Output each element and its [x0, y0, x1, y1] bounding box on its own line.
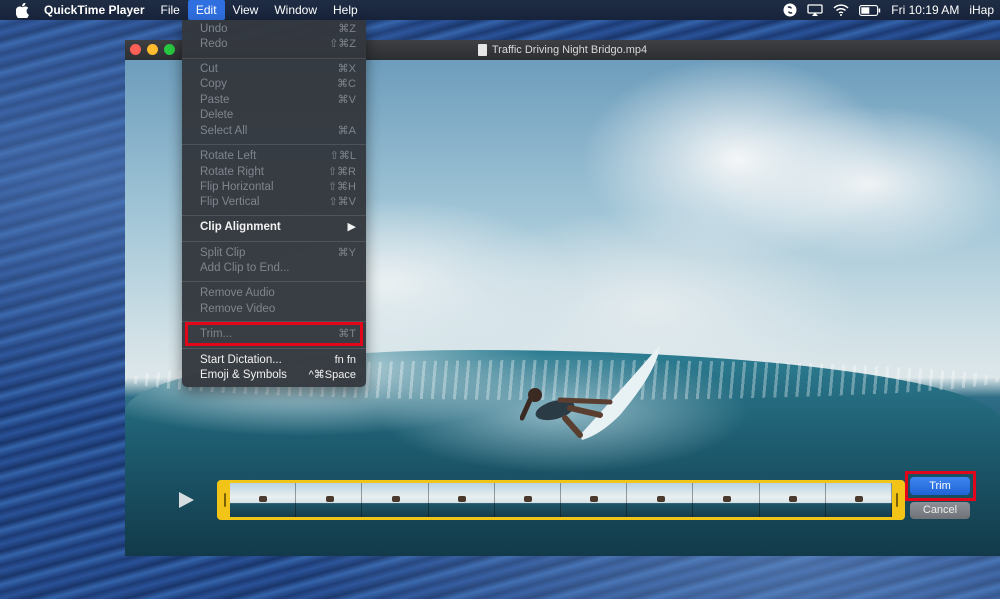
menu-item-shortcut: ⌘C [337, 78, 356, 90]
menu-item-label: Undo [200, 23, 228, 35]
menu-item-label: Delete [200, 109, 234, 121]
menu-item-shortcut: ^⌘Space [308, 369, 356, 381]
menu-item-label: Emoji & Symbols [200, 369, 287, 381]
play-icon[interactable] [177, 491, 195, 509]
filmstrip-frame [759, 483, 826, 517]
menu-app-name[interactable]: QuickTime Player [44, 0, 153, 20]
edit-menu-dropdown: Undo ⌘Z Redo ⇧⌘Z Cut ⌘X Copy ⌘C Paste ⌘V Dele… [182, 20, 366, 387]
menu-item-shortcut: ⌘V [337, 94, 356, 106]
apple-icon[interactable] [16, 2, 30, 18]
filmstrip-frame [428, 483, 495, 517]
fullscreen-button[interactable] [164, 44, 175, 55]
window-controls [130, 44, 175, 55]
menu-item-label: Flip Vertical [200, 196, 260, 208]
menu-item-flip-horizontal[interactable]: Flip Horizontal ⇧⌘H [182, 180, 366, 195]
menu-item-delete[interactable]: Delete [182, 108, 366, 123]
menu-item-shortcut: ⇧⌘R [327, 166, 356, 178]
trim-button-highlight [905, 471, 976, 501]
menu-separator [182, 58, 366, 59]
menu-item-shortcut: ⌘Y [337, 247, 356, 259]
filmstrip-frame [825, 483, 893, 517]
menu-item-emoji-symbols[interactable]: Emoji & Symbols ^⌘Space [182, 368, 366, 383]
menu-item-label: Copy [200, 78, 227, 90]
menu-item-shortcut: ⇧⌘H [327, 181, 356, 193]
menu-item-rotate-right[interactable]: Rotate Right ⇧⌘R [182, 165, 366, 180]
document-icon [477, 44, 487, 56]
menu-item-select-all[interactable]: Select All ⌘A [182, 124, 366, 139]
filmstrip-frame [494, 483, 562, 517]
wifi-icon[interactable] [833, 4, 849, 16]
close-button[interactable] [130, 44, 141, 55]
battery-icon[interactable] [859, 4, 881, 16]
trim-filmstrip[interactable] [217, 480, 905, 520]
menu-separator [182, 348, 366, 349]
menu-item-split-clip[interactable]: Split Clip ⌘Y [182, 246, 366, 261]
menu-item-add-clip-to-end[interactable]: Add Clip to End... [182, 261, 366, 276]
menu-item-shortcut: ⇧⌘Z [329, 38, 356, 50]
status-area: Fri 10:19 AM iHap [783, 0, 1000, 20]
menu-item-cut[interactable]: Cut ⌘X [182, 62, 366, 77]
menu-item-shortcut: ⇧⌘L [329, 150, 356, 162]
filmstrip-frame [561, 483, 628, 517]
menu-item-label: Cut [200, 63, 218, 75]
menu-bar: QuickTime Player File Edit View Window H… [0, 0, 1000, 20]
filmstrip-frame [627, 483, 694, 517]
menu-item-label: Flip Horizontal [200, 181, 274, 193]
menu-item-flip-vertical[interactable]: Flip Vertical ⇧⌘V [182, 195, 366, 210]
menu-edit[interactable]: Edit [187, 0, 225, 20]
user-name[interactable]: iHap [969, 3, 994, 17]
menu-window[interactable]: Window [266, 0, 325, 20]
menu-item-shortcut: ⇧⌘V [328, 196, 356, 208]
menu-view[interactable]: View [225, 0, 267, 20]
menu-help[interactable]: Help [325, 0, 366, 20]
clock-text[interactable]: Fri 10:19 AM [891, 3, 959, 17]
trim-handle-left[interactable] [220, 483, 230, 517]
menu-item-paste[interactable]: Paste ⌘V [182, 93, 366, 108]
menu-item-start-dictation[interactable]: Start Dictation... fn fn [182, 353, 366, 368]
filmstrip-frame [693, 483, 760, 517]
filmstrip-frame [230, 483, 297, 517]
menu-separator [182, 144, 366, 145]
video-surfer [520, 345, 660, 440]
menu-item-rotate-left[interactable]: Rotate Left ⇧⌘L [182, 149, 366, 164]
minimize-button[interactable] [147, 44, 158, 55]
menu-item-shortcut: ⌘Z [338, 23, 356, 35]
menu-item-label: Rotate Left [200, 150, 257, 162]
menu-item-copy[interactable]: Copy ⌘C [182, 77, 366, 92]
menu-item-shortcut: fn fn [334, 354, 356, 366]
menu-item-remove-audio[interactable]: Remove Audio [182, 286, 366, 301]
menu-item-label: Add Clip to End... [200, 262, 290, 274]
menu-item-label: Remove Video [200, 303, 276, 315]
cancel-button[interactable]: Cancel [910, 502, 970, 519]
airplay-icon[interactable] [807, 3, 823, 17]
window-title: Traffic Driving Night Bridgo.mp4 [491, 44, 648, 56]
menu-separator [182, 215, 366, 216]
menu-item-remove-video[interactable]: Remove Video [182, 302, 366, 317]
menu-item-label: Redo [200, 38, 228, 50]
filmstrip-frame [296, 483, 363, 517]
filmstrip-frame [362, 483, 429, 517]
menu-separator [182, 241, 366, 242]
menu-file[interactable]: File [153, 0, 188, 20]
shazam-icon[interactable] [783, 3, 797, 17]
trim-handle-right[interactable] [892, 483, 902, 517]
trim-item-highlight [185, 322, 363, 346]
menu-item-label: Split Clip [200, 247, 246, 259]
menu-item-label: Clip Alignment [200, 221, 281, 233]
menu-item-label: Start Dictation... [200, 354, 282, 366]
menu-item-label: Paste [200, 94, 230, 106]
menu-item-label: Rotate Right [200, 166, 264, 178]
menu-item-shortcut: ⌘X [337, 63, 356, 75]
menu-item-redo[interactable]: Redo ⇧⌘Z [182, 37, 366, 52]
menu-item-label: Select All [200, 125, 248, 137]
menu-item-label: Remove Audio [200, 287, 275, 299]
menu-item-undo[interactable]: Undo ⌘Z [182, 22, 366, 37]
submenu-arrow-icon: ▶ [347, 221, 356, 233]
menu-item-clip-alignment[interactable]: Clip Alignment ▶ [182, 220, 366, 235]
menu-separator [182, 281, 366, 282]
menu-item-shortcut: ⌘A [337, 125, 356, 137]
filmstrip-frames [230, 483, 893, 517]
